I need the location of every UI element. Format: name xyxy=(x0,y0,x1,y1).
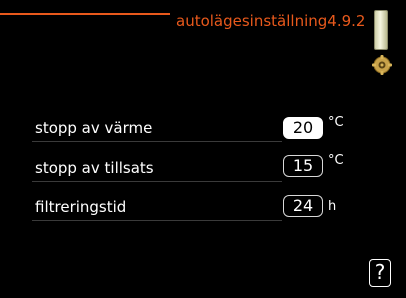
divider xyxy=(32,181,282,182)
gear-icon xyxy=(372,55,392,75)
divider xyxy=(32,220,282,221)
heat-stop-value[interactable]: 20 xyxy=(283,117,323,139)
filter-time-unit: h xyxy=(328,199,337,214)
thermometer-icon xyxy=(374,10,388,50)
addition-stop-unit: °C xyxy=(328,153,344,168)
heat-stop-unit: °C xyxy=(328,115,344,130)
divider xyxy=(32,141,282,142)
setting-label-heat-stop: stopp av värme xyxy=(35,119,153,137)
page-title: autolägesinställning4.9.2 xyxy=(176,12,366,30)
setting-label-filter-time: filtreringstid xyxy=(35,198,127,216)
header-accent-line xyxy=(0,13,170,15)
filter-time-value[interactable]: 24 xyxy=(283,195,323,217)
addition-stop-value[interactable]: 15 xyxy=(283,155,323,177)
setting-label-addition-stop: stopp av tillsats xyxy=(35,159,154,177)
help-button[interactable]: ? xyxy=(369,259,391,287)
